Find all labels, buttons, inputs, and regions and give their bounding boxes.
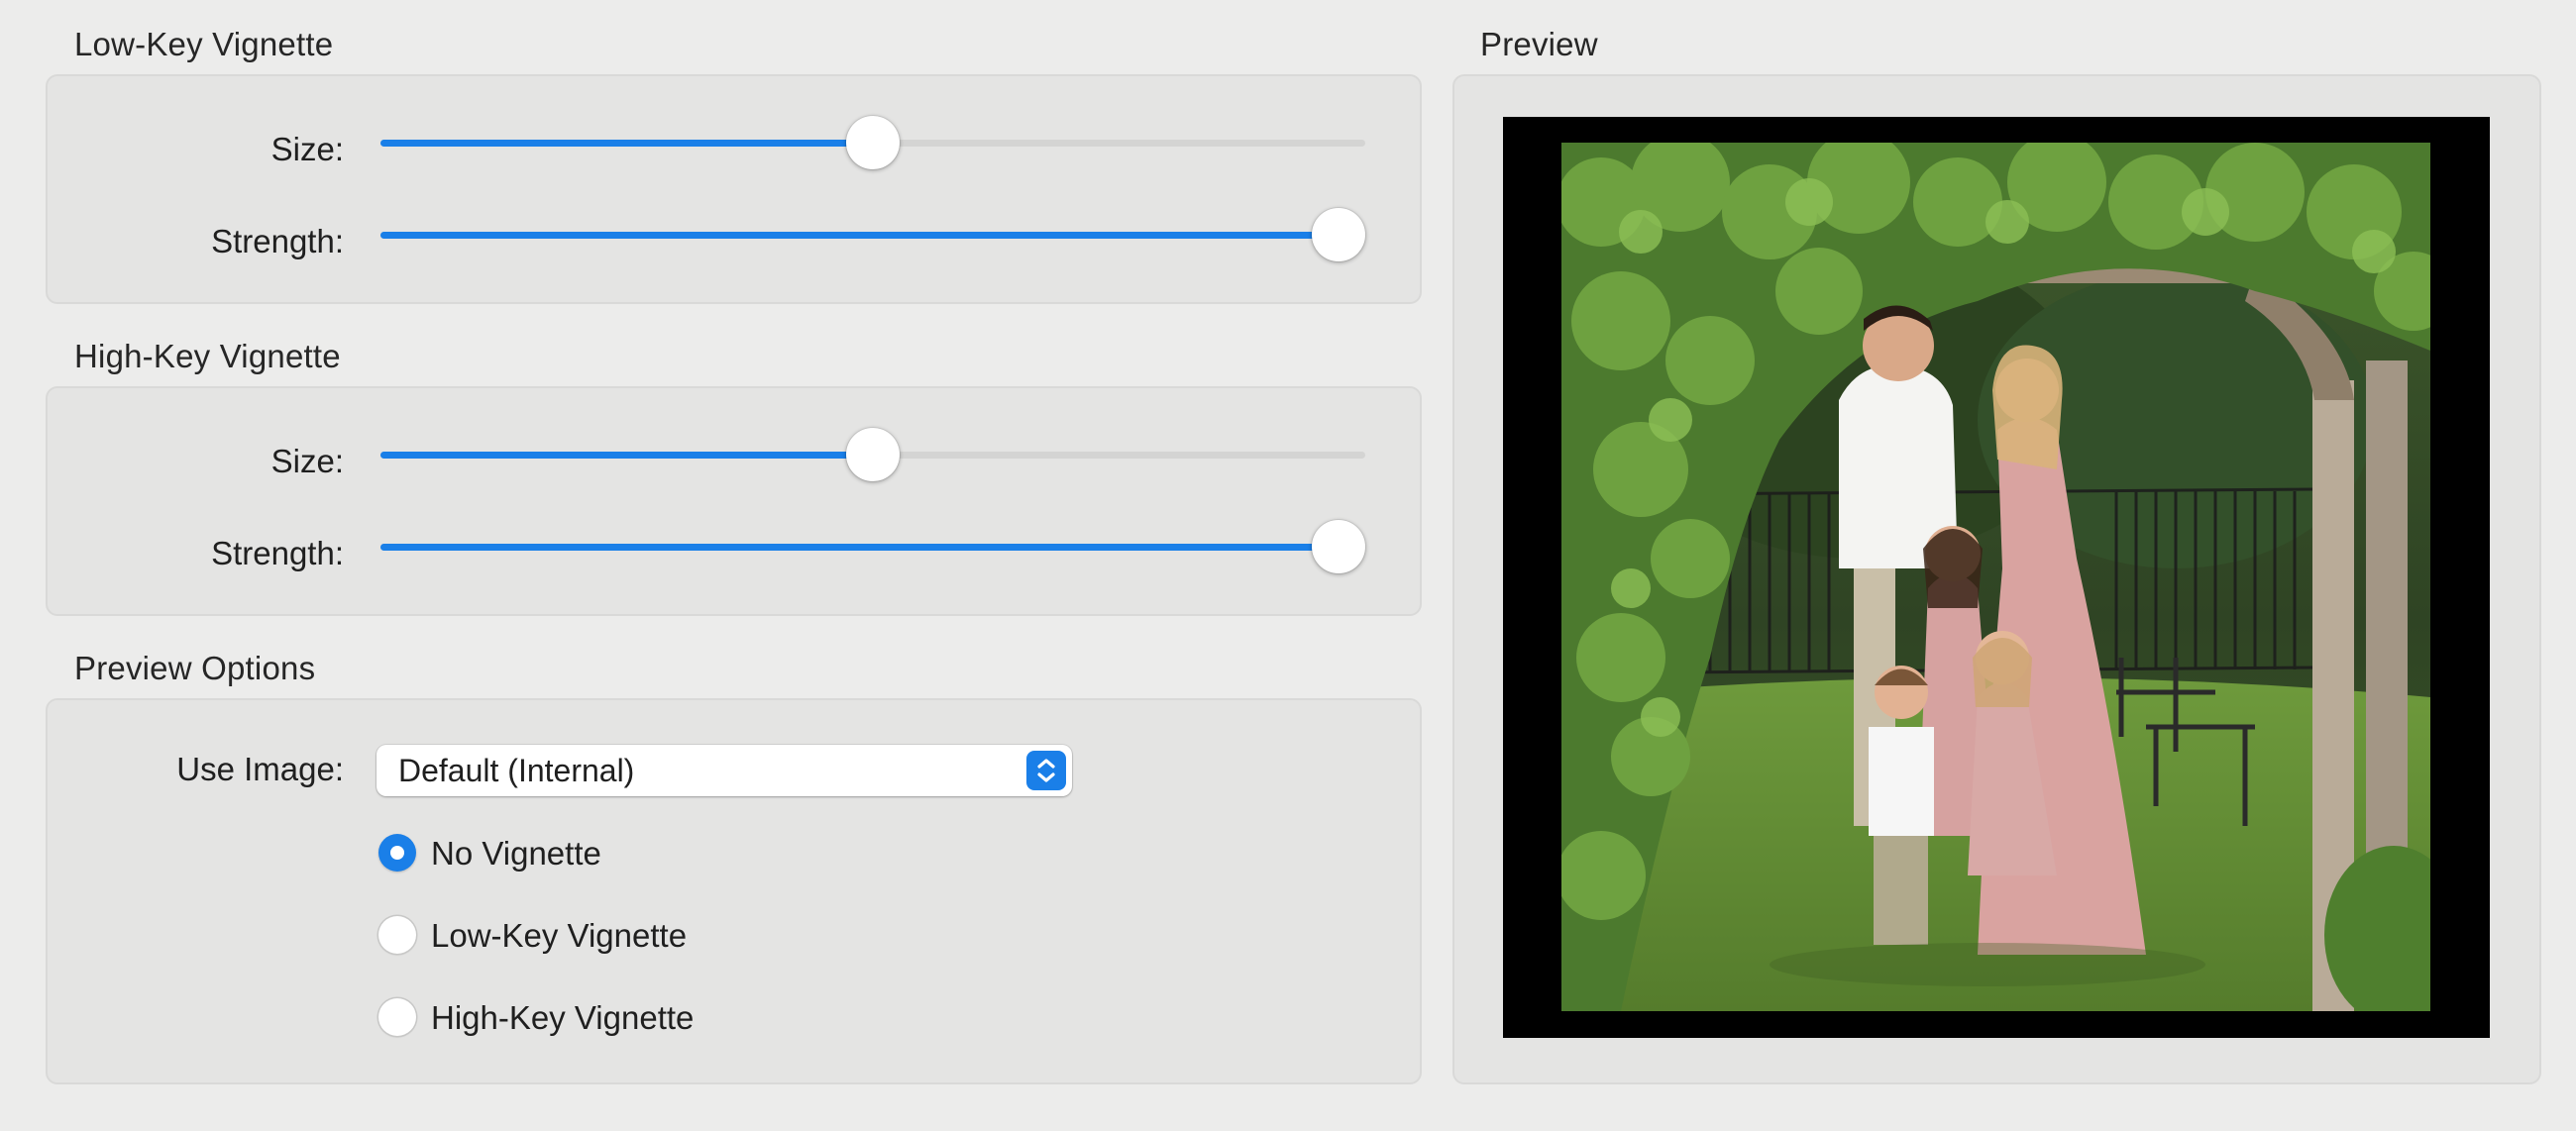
low-key-strength-slider[interactable] <box>380 205 1365 264</box>
low-key-strength-label: Strength: <box>211 223 344 259</box>
low-key-size-slider[interactable] <box>380 113 1365 172</box>
preview-canvas <box>1503 117 2490 1038</box>
low-key-vignette-group <box>46 74 1422 304</box>
preview-options-title: Preview Options <box>74 650 316 686</box>
high-key-size-slider[interactable] <box>380 425 1365 484</box>
radio-high-key-vignette[interactable] <box>378 998 416 1036</box>
chevron-up-down-icon <box>1026 751 1066 790</box>
use-image-value: Default (Internal) <box>398 753 635 788</box>
high-key-strength-label: Strength: <box>211 535 344 571</box>
high-key-vignette-group <box>46 386 1422 616</box>
preview-title: Preview <box>1480 26 1598 62</box>
low-key-size-label: Size: <box>270 131 344 167</box>
use-image-label: Use Image: <box>176 751 344 787</box>
slider-knob[interactable] <box>846 116 900 169</box>
high-key-vignette-title: High-Key Vignette <box>74 338 341 374</box>
radio-no-vignette[interactable] <box>378 834 416 872</box>
slider-knob[interactable] <box>1312 208 1365 261</box>
radio-no-vignette-label[interactable]: No Vignette <box>431 835 601 873</box>
high-key-size-label: Size: <box>270 443 344 479</box>
slider-fill <box>380 140 873 147</box>
radio-high-key-vignette-label[interactable]: High-Key Vignette <box>431 999 694 1037</box>
slider-knob[interactable] <box>1312 520 1365 573</box>
slider-fill <box>380 452 873 459</box>
slider-fill <box>380 544 1339 551</box>
family-portrait-photo <box>1561 143 2430 1011</box>
slider-knob[interactable] <box>846 428 900 481</box>
radio-low-key-vignette[interactable] <box>378 916 416 954</box>
radio-low-key-vignette-label[interactable]: Low-Key Vignette <box>431 917 687 955</box>
high-key-strength-slider[interactable] <box>380 517 1365 576</box>
low-key-vignette-title: Low-Key Vignette <box>74 26 334 62</box>
slider-fill <box>380 232 1339 239</box>
use-image-popup[interactable]: Default (Internal) <box>376 745 1072 796</box>
